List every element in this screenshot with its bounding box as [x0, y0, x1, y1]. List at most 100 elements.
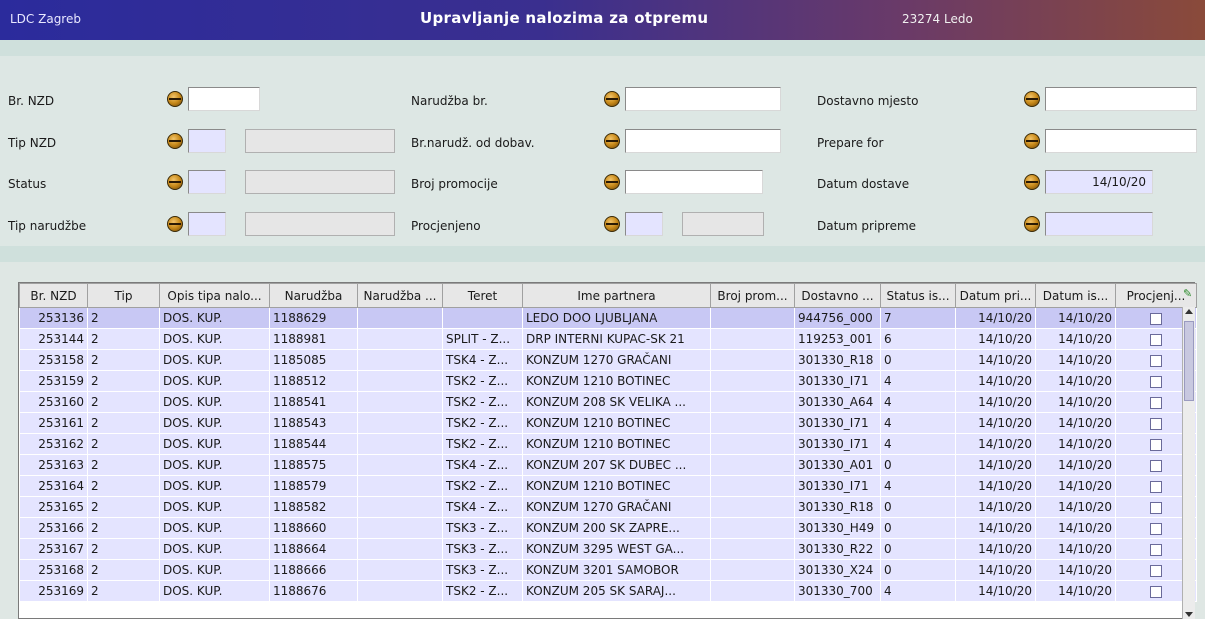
table-cell[interactable] [710, 412, 795, 434]
table-cell[interactable]: 253164 [19, 475, 88, 497]
table-cell[interactable] [710, 559, 795, 581]
table-cell[interactable] [357, 559, 443, 581]
table-cell[interactable]: 14/10/20 [1035, 391, 1116, 413]
table-cell[interactable]: 1188660 [269, 517, 358, 539]
table-cell[interactable]: 253167 [19, 538, 88, 560]
table-cell[interactable]: 1188666 [269, 559, 358, 581]
table-cell[interactable] [357, 517, 443, 539]
table-cell[interactable]: 4 [880, 412, 956, 434]
table-row[interactable]: 253136 2 DOS. KUP. 1188629 LEDO DOO LJUBLJAN… [19, 307, 1197, 329]
table-cell[interactable]: 119253_001 [794, 328, 881, 350]
table-cell[interactable]: 2 [87, 496, 160, 518]
table-cell[interactable]: DOS. KUP. [159, 391, 270, 413]
column-chooser-icon[interactable]: ✎ [1183, 287, 1194, 301]
table-cell[interactable]: 301330_I71 [794, 475, 881, 497]
table-cell[interactable] [710, 475, 795, 497]
table-cell[interactable] [710, 580, 795, 602]
table-cell[interactable]: 301330_I71 [794, 412, 881, 434]
table-cell[interactable]: DOS. KUP. [159, 433, 270, 455]
table-cell[interactable]: 301330_A01 [794, 454, 881, 476]
table-cell[interactable]: 14/10/20 [955, 307, 1036, 329]
table-cell[interactable] [710, 349, 795, 371]
table-cell[interactable] [357, 391, 443, 413]
table-cell[interactable]: TSK3 - Z... [442, 559, 523, 581]
table-cell[interactable]: TSK2 - Z... [442, 580, 523, 602]
table-cell[interactable]: 14/10/20 [955, 517, 1036, 539]
table-cell[interactable]: 4 [880, 391, 956, 413]
table-cell[interactable] [357, 307, 443, 329]
table-cell[interactable]: KONZUM 200 SK ZAPRE... [522, 517, 711, 539]
table-cell[interactable]: SPLIT - Z... [442, 328, 523, 350]
table-row[interactable]: 253164 2 DOS. KUP. 1188579 TSK2 - Z... KONZUM… [19, 475, 1197, 497]
table-cell[interactable]: 14/10/20 [1035, 475, 1116, 497]
table-cell[interactable]: KONZUM 208 SK VELIKA ... [522, 391, 711, 413]
procjenjeno-checkbox[interactable] [1150, 501, 1162, 514]
table-cell[interactable]: 301330_R18 [794, 349, 881, 371]
table-cell[interactable]: 2 [87, 559, 160, 581]
tip-nzd-code-input[interactable] [188, 129, 226, 153]
table-cell[interactable]: 14/10/20 [955, 454, 1036, 476]
table-cell[interactable]: 2 [87, 391, 160, 413]
dostavno-mjesto-input[interactable] [1045, 87, 1197, 111]
table-cell[interactable]: 14/10/20 [1035, 496, 1116, 518]
column-header[interactable]: Dostavno ... [794, 283, 881, 308]
prepare-for-lookup-icon[interactable] [1024, 133, 1040, 149]
table-row[interactable]: 253160 2 DOS. KUP. 1188541 TSK2 - Z... KONZUM… [19, 391, 1197, 413]
table-cell[interactable]: 301330_R18 [794, 496, 881, 518]
table-cell[interactable]: 2 [87, 454, 160, 476]
column-header[interactable]: Status is... [880, 283, 956, 308]
table-cell[interactable]: 253136 [19, 307, 88, 329]
table-cell[interactable]: KONZUM 3201 SAMOBOR [522, 559, 711, 581]
table-row[interactable]: 253169 2 DOS. KUP. 1188676 TSK2 - Z... KONZUM… [19, 580, 1197, 602]
table-cell[interactable]: 253162 [19, 433, 88, 455]
table-cell[interactable]: 0 [880, 517, 956, 539]
table-cell[interactable]: DOS. KUP. [159, 496, 270, 518]
table-cell[interactable] [357, 370, 443, 392]
table-cell[interactable]: 0 [880, 496, 956, 518]
table-cell[interactable]: 1188544 [269, 433, 358, 455]
table-cell[interactable]: 0 [880, 349, 956, 371]
table-cell[interactable]: 1188512 [269, 370, 358, 392]
table-cell[interactable]: 253144 [19, 328, 88, 350]
table-cell[interactable]: 301330_700 [794, 580, 881, 602]
table-cell[interactable]: 14/10/20 [1035, 307, 1116, 329]
table-cell[interactable]: TSK2 - Z... [442, 391, 523, 413]
table-cell[interactable] [710, 328, 795, 350]
table-cell[interactable]: 2 [87, 328, 160, 350]
procjenjeno-checkbox[interactable] [1150, 333, 1162, 346]
table-cell[interactable]: DOS. KUP. [159, 412, 270, 434]
table-cell[interactable]: 301330_H49 [794, 517, 881, 539]
procjenjeno-checkbox[interactable] [1150, 438, 1162, 451]
procjenjeno-checkbox[interactable] [1150, 543, 1162, 556]
table-cell[interactable]: 0 [880, 538, 956, 560]
procjenjeno-checkbox[interactable] [1150, 585, 1162, 598]
column-header[interactable]: Datum pri... [955, 283, 1036, 308]
table-cell[interactable]: 0 [880, 559, 956, 581]
table-cell[interactable]: 1188579 [269, 475, 358, 497]
table-cell[interactable]: 1188981 [269, 328, 358, 350]
table-cell[interactable]: KONZUM 3295 WEST GA... [522, 538, 711, 560]
column-header[interactable]: Broj prom... [710, 283, 795, 308]
table-cell[interactable]: TSK2 - Z... [442, 433, 523, 455]
table-cell[interactable] [710, 517, 795, 539]
procjenjeno-checkbox[interactable] [1150, 522, 1162, 535]
table-cell[interactable]: 4 [880, 580, 956, 602]
table-cell[interactable]: 1188629 [269, 307, 358, 329]
tip-narudzbe-code-input[interactable] [188, 212, 226, 236]
table-cell[interactable]: DOS. KUP. [159, 349, 270, 371]
table-cell[interactable]: 14/10/20 [1035, 517, 1116, 539]
table-cell[interactable]: DOS. KUP. [159, 517, 270, 539]
table-cell[interactable]: 301330_I71 [794, 370, 881, 392]
datum-pripreme-input[interactable] [1045, 212, 1153, 236]
table-cell[interactable]: 1188676 [269, 580, 358, 602]
table-row[interactable]: 253168 2 DOS. KUP. 1188666 TSK3 - Z... KONZUM… [19, 559, 1197, 581]
table-cell[interactable]: KONZUM 1210 BOTINEC [522, 412, 711, 434]
scroll-thumb[interactable] [1184, 321, 1194, 401]
narudzba-br-lookup-icon[interactable] [604, 91, 620, 107]
table-cell[interactable]: 14/10/20 [955, 391, 1036, 413]
table-cell[interactable]: TSK4 - Z... [442, 496, 523, 518]
procjenjeno-checkbox[interactable] [1150, 459, 1162, 472]
table-cell[interactable] [357, 496, 443, 518]
procjenjeno-lookup-icon[interactable] [604, 216, 620, 232]
table-cell[interactable]: 14/10/20 [1035, 370, 1116, 392]
